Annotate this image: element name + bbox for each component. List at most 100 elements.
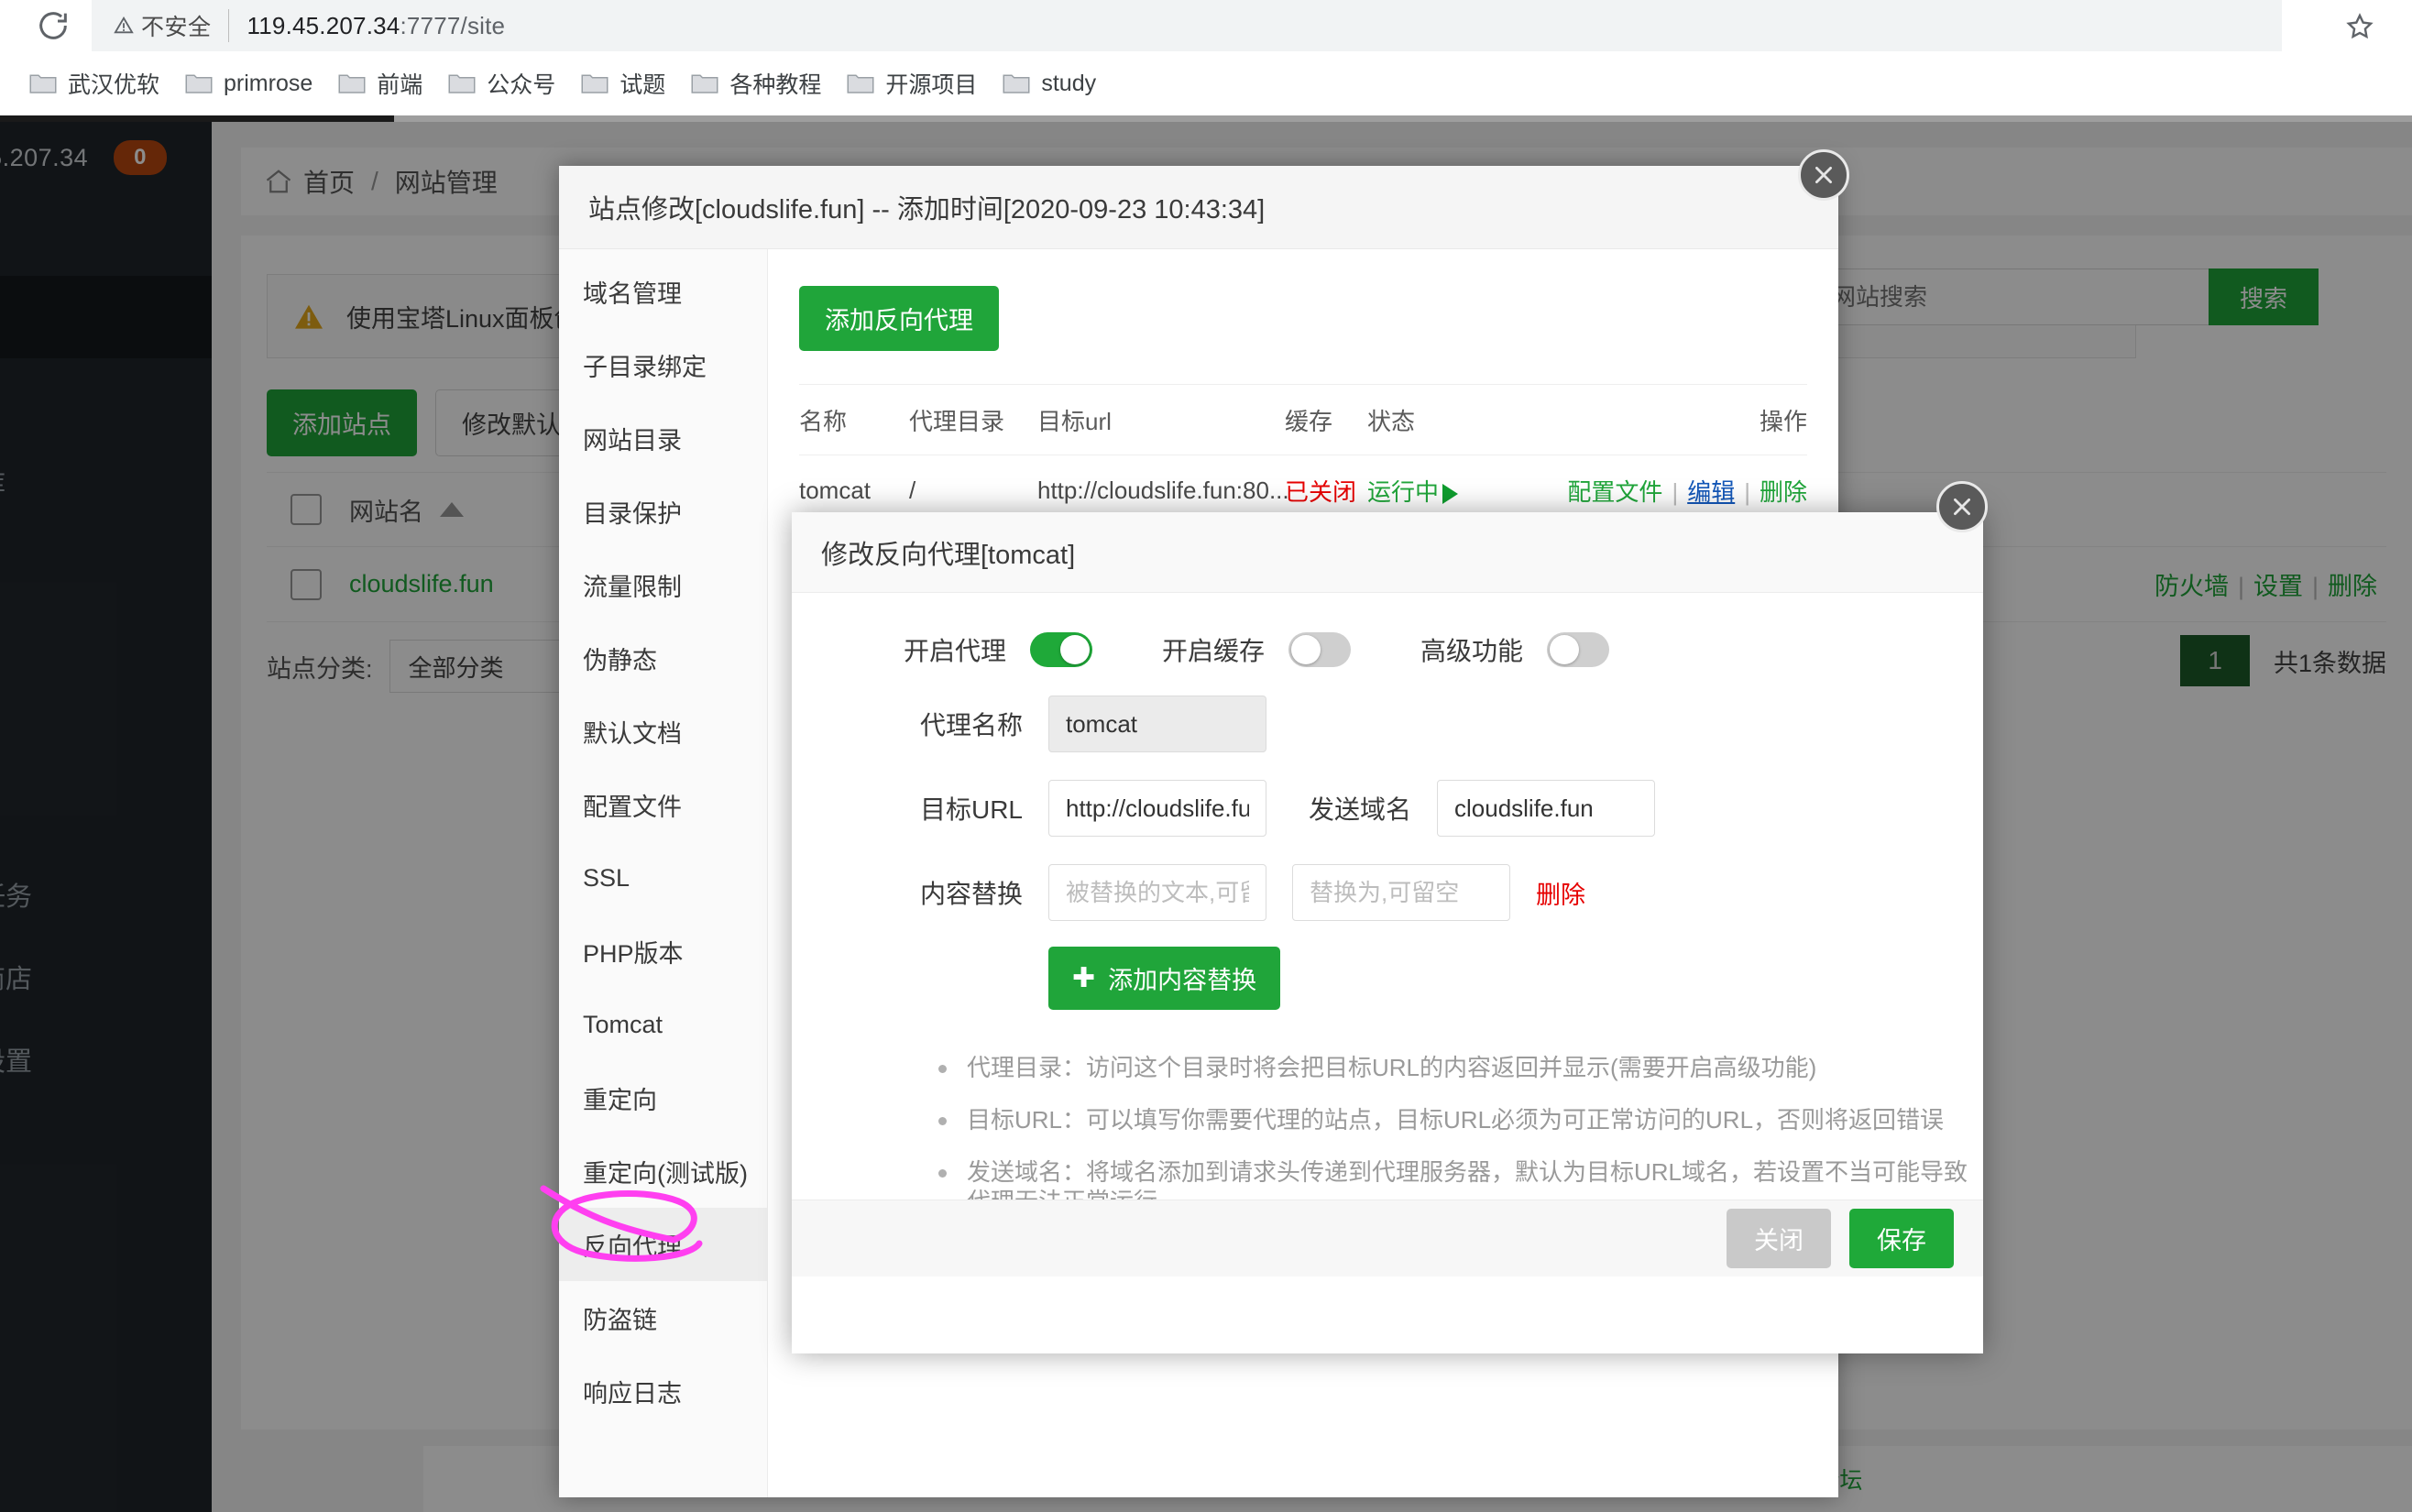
folder-icon [847, 71, 874, 95]
site-modal-close-button[interactable] [1798, 149, 1849, 201]
help-item: 代理目录：访问这个目录时将会把目标URL的内容返回并显示(需要开启高级功能) [938, 1054, 1983, 1082]
send-domain-label: 发送域名 [1292, 790, 1411, 827]
field-row-target-url: 目标URL 发送域名 [792, 780, 1983, 837]
field-row-content-replace: 内容替换 删除 [792, 864, 1983, 921]
toggle-label: 开启缓存 [1162, 631, 1265, 668]
bookmark-item[interactable]: 试题 [576, 60, 678, 106]
proxy-save-button[interactable]: 保存 [1849, 1209, 1954, 1268]
play-triangle-icon[interactable] [1442, 484, 1458, 504]
site-modal-tablist: 域名管理 子目录绑定 网站目录 目录保护 流量限制 伪静态 默认文档 配置文件 … [559, 249, 768, 1497]
bookmark-item[interactable]: study [997, 60, 1109, 106]
tab-label: 目录保护 [583, 494, 682, 530]
enable-cache-toggle[interactable] [1288, 632, 1351, 667]
bookmark-label: 公众号 [487, 67, 555, 100]
proxy-delete-link[interactable]: 删除 [1760, 478, 1807, 506]
advanced-features-toggle[interactable] [1547, 632, 1609, 667]
proxy-table: 名称 代理目录 目标url 缓存 状态 操作 tomcat / http://c… [799, 384, 1807, 527]
bookmark-item[interactable]: 前端 [333, 60, 435, 106]
proxy-modal-body: 开启代理 开启缓存 高级功能 代理名称 目标URL 发送域名 内容替换 [792, 593, 1983, 1276]
content-replace-label: 内容替换 [904, 874, 1023, 911]
tabstrip-stub [0, 115, 394, 122]
tab-pseudo-static[interactable]: 伪静态 [559, 621, 767, 695]
proxy-col-dir: 代理目录 [909, 403, 1037, 437]
proxy-cache-status: 已关闭 [1285, 474, 1367, 508]
proxy-col-status: 状态 [1367, 403, 1541, 437]
send-domain-input[interactable] [1437, 780, 1655, 837]
tab-directory-protection[interactable]: 目录保护 [559, 475, 767, 548]
proxy-close-button[interactable]: 关闭 [1727, 1209, 1831, 1268]
replace-delete-link[interactable]: 删除 [1536, 875, 1585, 911]
proxy-edit-link[interactable]: 编辑 [1687, 478, 1735, 506]
toggle-knob [1291, 635, 1321, 664]
url-bar-row: 不安全 119.45.207.34:7777/site [0, 0, 2412, 51]
enable-proxy-toggle[interactable] [1030, 632, 1092, 667]
add-content-replace-button[interactable]: ✚ 添加内容替换 [1048, 947, 1280, 1010]
bookmark-item[interactable]: 公众号 [443, 60, 568, 106]
plus-icon: ✚ [1072, 965, 1095, 992]
proxy-target-cell: http://cloudslife.fun:80... [1037, 477, 1285, 505]
bookmark-label: 试题 [619, 67, 665, 100]
tab-label: 流量限制 [583, 567, 682, 603]
proxy-col-ops: 操作 [1541, 403, 1807, 437]
omnibox[interactable]: 不安全 119.45.207.34:7777/site [92, 0, 2282, 51]
security-status-label: 不安全 [141, 9, 229, 42]
close-icon [1812, 163, 1836, 187]
tab-response-log[interactable]: 响应日志 [559, 1354, 767, 1428]
tab-traffic-limit[interactable]: 流量限制 [559, 548, 767, 621]
target-url-input[interactable] [1048, 780, 1266, 837]
tab-subdirectory-binding[interactable]: 子目录绑定 [559, 328, 767, 401]
browser-chrome: 不安全 119.45.207.34:7777/site 武汉优软 primros… [0, 0, 2412, 122]
tab-label: 响应日志 [583, 1374, 682, 1409]
ops-separator: | [1744, 478, 1750, 506]
proxy-toggles-row: 开启代理 开启缓存 高级功能 [792, 631, 1983, 668]
star-icon[interactable] [2344, 11, 2375, 42]
chrome-divider [0, 115, 2412, 122]
tab-ssl[interactable]: SSL [559, 841, 767, 915]
tab-label: 重定向(测试版) [583, 1154, 748, 1189]
tab-domain-management[interactable]: 域名管理 [559, 255, 767, 328]
help-text: 目标URL：可以填写你需要代理的站点，目标URL必须为可正常访问的URL，否则将… [967, 1106, 1944, 1134]
proxy-modal-footer: 关闭 保存 [792, 1200, 1983, 1276]
proxy-col-cache: 缓存 [1285, 403, 1367, 437]
bookmark-item[interactable]: primrose [180, 60, 325, 106]
tab-site-directory[interactable]: 网站目录 [559, 401, 767, 475]
folder-icon [185, 71, 213, 95]
toggle-group-enable-proxy: 开启代理 [904, 631, 1092, 668]
tab-label: PHP版本 [583, 934, 684, 970]
tab-redirect[interactable]: 重定向 [559, 1061, 767, 1134]
tab-label: 默认文档 [583, 714, 682, 750]
tab-label: SSL [583, 864, 630, 893]
replace-from-input[interactable] [1048, 864, 1266, 921]
add-content-replace-label: 添加内容替换 [1108, 960, 1256, 996]
tab-label: 域名管理 [583, 274, 682, 310]
proxy-name-input[interactable] [1048, 696, 1266, 752]
warning-triangle-icon [114, 16, 134, 36]
proxy-name-cell: tomcat [799, 477, 909, 505]
tab-config-file[interactable]: 配置文件 [559, 768, 767, 841]
help-item: 目标URL：可以填写你需要代理的站点，目标URL必须为可正常访问的URL，否则将… [938, 1106, 1983, 1134]
proxy-edit-modal: 修改反向代理[tomcat] 开启代理 开启缓存 高级功能 代理名称 目标URL… [792, 512, 1983, 1353]
bookmark-item[interactable]: 武汉优软 [24, 60, 172, 106]
tab-anti-leech[interactable]: 防盗链 [559, 1281, 767, 1354]
proxy-config-file-link[interactable]: 配置文件 [1567, 478, 1662, 506]
bookmark-item[interactable]: 各种教程 [685, 60, 834, 106]
tab-php-version[interactable]: PHP版本 [559, 915, 767, 988]
tab-redirect-beta[interactable]: 重定向(测试版) [559, 1134, 767, 1208]
tab-default-document[interactable]: 默认文档 [559, 695, 767, 768]
tab-reverse-proxy[interactable]: 反向代理 [559, 1208, 767, 1281]
proxy-modal-close-button[interactable] [1936, 481, 1988, 532]
proxy-col-name: 名称 [799, 403, 909, 437]
tab-tomcat[interactable]: Tomcat [559, 988, 767, 1061]
replace-to-input[interactable] [1292, 864, 1510, 921]
bookmark-label: study [1041, 71, 1096, 97]
field-row-proxy-name: 代理名称 [792, 696, 1983, 752]
tab-label: Tomcat [583, 1011, 663, 1039]
folder-icon [448, 71, 476, 95]
target-url-label: 目标URL [904, 790, 1023, 827]
add-reverse-proxy-button[interactable]: 添加反向代理 [799, 286, 999, 351]
bookmark-item[interactable]: 开源项目 [841, 60, 990, 106]
toggle-label: 开启代理 [904, 631, 1006, 668]
reload-icon[interactable] [35, 7, 71, 44]
toggle-group-enable-cache: 开启缓存 [1162, 631, 1351, 668]
proxy-modal-title: 修改反向代理[tomcat] [792, 512, 1983, 593]
